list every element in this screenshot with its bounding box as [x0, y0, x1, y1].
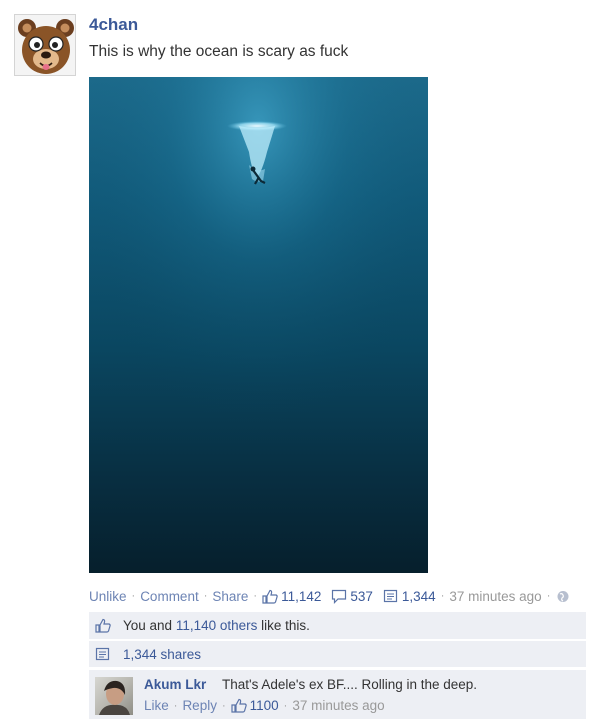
post-photo[interactable]: [89, 77, 428, 573]
comment-text: That's Adele's ex BF.... Rolling in the …: [222, 677, 478, 692]
separator: ·: [203, 590, 208, 602]
comment-count-group[interactable]: 537: [331, 589, 373, 604]
separator: ·: [253, 590, 258, 602]
share-count-group[interactable]: 1,344: [383, 589, 436, 604]
likes-prefix: You and: [123, 618, 176, 633]
like-count-group[interactable]: 11,142: [262, 589, 321, 604]
like-count: 11,142: [281, 588, 322, 604]
share-link[interactable]: Share: [212, 589, 248, 604]
separator: ·: [283, 699, 288, 712]
shares-link[interactable]: 1,344 shares: [123, 647, 201, 662]
post-message: This is why the ocean is scary as fuck: [89, 43, 349, 60]
ocean-diver-image: [89, 77, 428, 573]
post-timestamp[interactable]: 37 minutes ago: [449, 589, 541, 604]
likes-suffix: like this.: [257, 618, 310, 633]
separator: ·: [440, 590, 445, 602]
others-link[interactable]: 11,140 others: [176, 618, 258, 633]
comment-bubble-icon: [332, 589, 347, 604]
comment-author[interactable]: Akum Lkr: [144, 677, 206, 692]
comment-item: Akum Lkr That's Adele's ex BF.... Rollin…: [89, 670, 586, 719]
comment-timestamp[interactable]: 37 minutes ago: [292, 698, 384, 713]
separator: ·: [221, 699, 226, 712]
shares-summary: 1,344 shares: [89, 641, 586, 667]
unlike-link[interactable]: Unlike: [89, 589, 127, 604]
bear-avatar-icon: [18, 19, 74, 74]
comment-reply-link[interactable]: Reply: [182, 698, 217, 713]
comment-like-count[interactable]: 1100: [250, 698, 279, 713]
shares-icon: [95, 647, 110, 660]
separator: ·: [173, 699, 178, 712]
thumbs-up-icon: [95, 618, 111, 633]
separator: ·: [131, 590, 136, 602]
comment-like-link[interactable]: Like: [144, 698, 169, 713]
likes-summary: You and 11,140 others like this.: [89, 612, 586, 639]
separator: ·: [546, 590, 551, 602]
person-avatar-icon: [99, 680, 130, 715]
comment-actions: Like · Reply · 1100 · 37 minutes ago: [144, 698, 385, 713]
post-author[interactable]: 4chan: [89, 15, 138, 35]
comment-link[interactable]: Comment: [140, 589, 199, 604]
shares-icon: [383, 589, 398, 602]
globe-icon[interactable]: [555, 589, 571, 604]
thumbs-up-icon: [262, 589, 278, 604]
share-count: 1,344: [401, 588, 436, 604]
thumbs-up-icon: [231, 698, 247, 713]
post-action-bar: Unlike · Comment · Share · 11,142 537 1,…: [89, 587, 589, 605]
comment-count: 537: [350, 588, 373, 604]
commenter-avatar[interactable]: [95, 677, 133, 715]
page-avatar[interactable]: [14, 14, 76, 76]
